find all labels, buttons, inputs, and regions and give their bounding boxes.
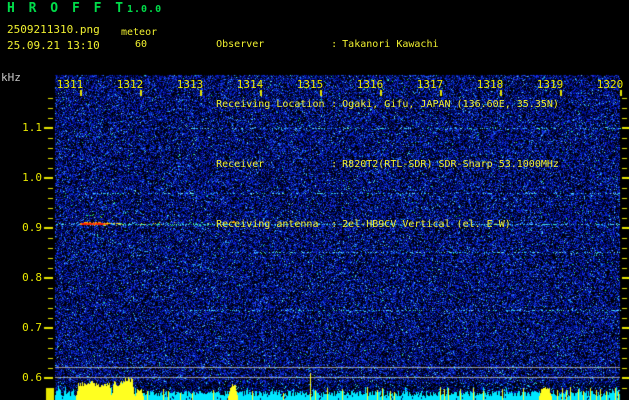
hrofft-window: H R O F F T 1.0.0 2509211310.png meteor …: [0, 0, 629, 400]
output-filename: 2509211310.png: [7, 23, 100, 36]
info-separator: :: [331, 99, 338, 110]
info-value: Ogaki, Gifu, JAPAN (136.60E, 35.35N): [342, 99, 559, 110]
time-tick-label: 1320: [596, 78, 624, 91]
info-row-receiver: Receiver: R820T2(RTL-SDR) SDR-Sharp 53.10…: [180, 147, 559, 183]
freq-tick-label: 0.6: [22, 371, 42, 384]
time-tick-label: 1312: [116, 78, 144, 91]
info-row-antenna: Receiving antenna:2el-HB9CV Vertical (el…: [180, 207, 559, 243]
time-tick-label: 1313: [176, 78, 204, 91]
observation-datetime: 25.09.21 13:10: [7, 39, 100, 52]
info-row-observer: Observer: Takanori Kawachi: [180, 27, 559, 63]
info-value: 2el-HB9CV Vertical (el. E-W): [342, 219, 511, 230]
info-label: Receiving antenna: [216, 219, 319, 230]
time-tick-label: 1314: [236, 78, 264, 91]
info-separator: :: [331, 39, 338, 50]
app-title: H R O F F T: [7, 1, 127, 16]
station-info: Observer: Takanori Kawachi Receiving Loca…: [180, 3, 559, 267]
time-tick-label: 1315: [296, 78, 324, 91]
info-separator: :: [331, 219, 338, 230]
info-label: Receiver: [216, 159, 265, 170]
freq-unit-label: kHz: [1, 71, 21, 84]
freq-tick-label: 0.7: [22, 321, 42, 334]
freq-tick-label: 0.9: [22, 221, 42, 234]
info-label: Observer: [216, 39, 265, 50]
app-version: 1.0.0: [127, 4, 163, 15]
freq-tick-label: 1.1: [22, 121, 42, 134]
duration-seconds: 60: [135, 39, 148, 50]
time-tick-label: 1319: [536, 78, 564, 91]
observation-mode: meteor: [121, 27, 158, 38]
info-row-location: Receiving Location: Ogaki, Gifu, JAPAN (1…: [180, 87, 559, 123]
time-tick-label: 1316: [356, 78, 384, 91]
freq-tick-label: 0.8: [22, 271, 42, 284]
info-value: Takanori Kawachi: [342, 39, 439, 50]
info-label: Receiving Location: [216, 99, 325, 110]
info-value: R820T2(RTL-SDR) SDR-Sharp 53.1000MHz: [342, 159, 559, 170]
freq-tick-label: 1.0: [22, 171, 42, 184]
info-separator: :: [331, 159, 338, 170]
time-tick-label: 1317: [416, 78, 444, 91]
time-tick-label: 1311: [56, 78, 84, 91]
time-tick-label: 1318: [476, 78, 504, 91]
